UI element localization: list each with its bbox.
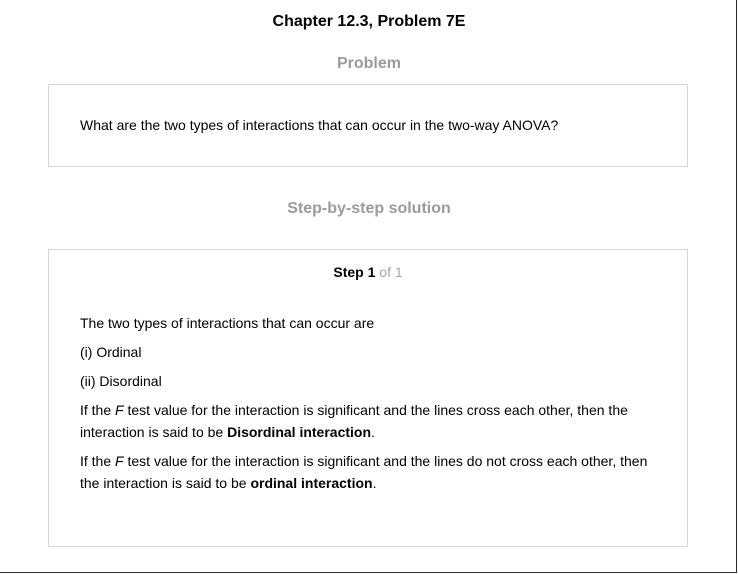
solution-box: Step 1 of 1 The two types of interaction… [48, 249, 688, 547]
step-word: Step [333, 264, 364, 280]
interaction-type-1: (i) Ordinal [80, 344, 142, 360]
page-title: Chapter 12.3, Problem 7E [272, 13, 466, 30]
solution-heading: Step-by-step solution [287, 200, 451, 217]
problem-text: What are the two types of interactions t… [80, 117, 559, 133]
problem-heading: Problem [336, 55, 401, 72]
solution-intro: The two types of interactions that can o… [80, 315, 375, 331]
interaction-type-2: (ii) Disordinal [80, 373, 162, 389]
para1-f-symbol: F [115, 402, 124, 418]
step-number: 1 [367, 264, 376, 280]
problem-box: What are the two types of interactions t… [48, 84, 688, 167]
disordinal-paragraph: If the F test value for the interaction … [80, 399, 670, 443]
para2-post: . [372, 475, 377, 491]
para2-pre: If the [80, 453, 116, 469]
para1-term: Disordinal interaction [227, 424, 372, 440]
para2-f-symbol: F [115, 453, 124, 469]
solution-body: The two types of interactions that can o… [80, 312, 670, 501]
ordinal-paragraph: If the F test value for the interaction … [80, 450, 670, 494]
step-of-total: of 1 [379, 264, 403, 280]
para1-post: . [371, 424, 375, 440]
para2-term: ordinal interaction [250, 475, 373, 491]
step-indicator: Step 1 of 1 [49, 263, 687, 281]
para1-pre: If the [80, 402, 116, 418]
